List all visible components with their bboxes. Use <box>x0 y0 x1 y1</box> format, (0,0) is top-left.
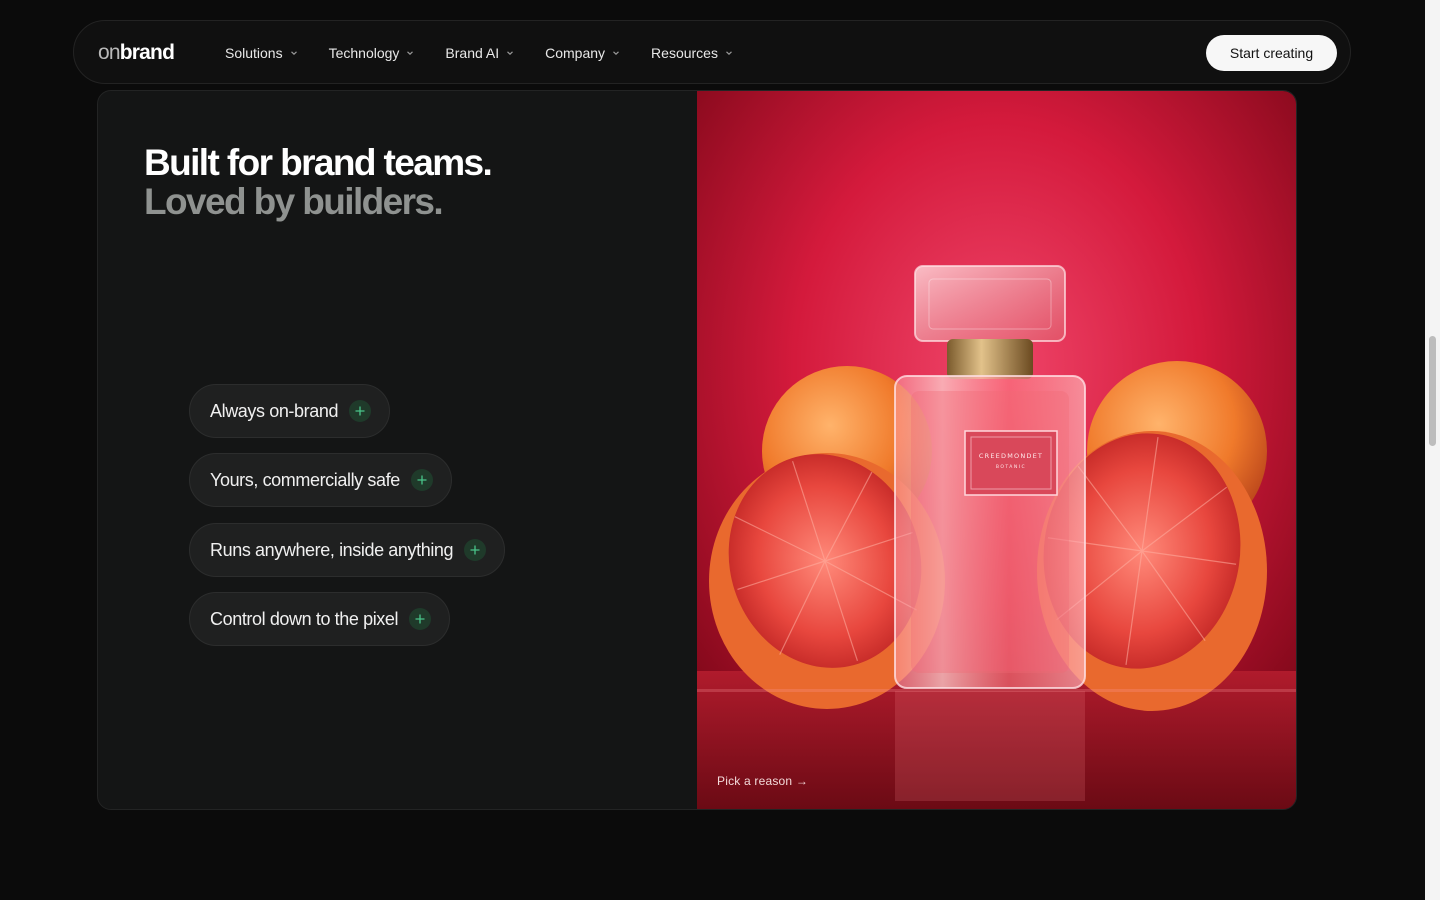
nav-item-label: Company <box>545 45 606 61</box>
chevron-down-icon <box>613 51 619 56</box>
chevron-down-icon <box>726 51 732 56</box>
page-scrollbar-thumb[interactable] <box>1429 336 1436 446</box>
start-creating-button[interactable]: Start creating <box>1206 35 1337 71</box>
nav-item-solutions[interactable]: Solutions <box>225 45 298 61</box>
reason-label: Always on-brand <box>210 400 339 421</box>
reason-pill-control-pixel[interactable]: Control down to the pixel <box>189 592 451 646</box>
hero-card: Built for brand teams. Loved by builders… <box>97 90 1297 810</box>
page-scrollbar-track[interactable] <box>1425 0 1440 900</box>
plus-icon <box>349 400 372 422</box>
nav-item-label: Solutions <box>225 45 283 61</box>
chevron-down-icon <box>290 51 297 56</box>
top-navbar: onbrand Solutions Technology Brand AI Co… <box>73 20 1351 84</box>
plus-icon <box>464 539 487 561</box>
nav-item-label: Resources <box>651 45 718 61</box>
headline-line-2: Loved by builders. <box>144 181 444 222</box>
chevron-down-icon <box>407 51 414 56</box>
hero-headline: Built for brand teams. Loved by builders… <box>144 142 493 222</box>
pick-a-reason-hint: Pick a reason → <box>717 774 809 788</box>
plus-icon <box>410 469 433 491</box>
perfume-illustration: CREEDMONDET BOTANIC <box>697 91 1296 809</box>
logo-brand-text: brand <box>119 41 175 64</box>
nav-menu: Solutions Technology Brand AI Company Re… <box>225 21 764 85</box>
headline-line-1: Built for brand teams. <box>144 142 493 183</box>
nav-item-technology[interactable]: Technology <box>329 45 415 61</box>
nav-item-resources[interactable]: Resources <box>651 45 733 61</box>
bottle-label-sub: BOTANIC <box>996 464 1026 470</box>
reason-label: Control down to the pixel <box>210 608 399 629</box>
product-visual: CREEDMONDET BOTANIC Pick a reason → <box>697 91 1296 809</box>
chevron-down-icon <box>507 51 514 56</box>
reason-pill-always-on-brand[interactable]: Always on-brand <box>189 384 391 438</box>
reason-pill-commercially-safe[interactable]: Yours, commercially safe <box>189 453 452 507</box>
nav-item-label: Technology <box>328 45 400 61</box>
bottle-label-brand: CREEDMONDET <box>979 452 1043 460</box>
reason-label: Runs anywhere, inside anything <box>210 539 454 560</box>
nav-item-company[interactable]: Company <box>545 45 620 61</box>
logo-on-text: on <box>98 41 121 64</box>
nav-item-brand-ai[interactable]: Brand AI <box>445 45 514 61</box>
plus-icon <box>409 608 432 630</box>
nav-item-label: Brand AI <box>445 45 500 61</box>
reason-label: Yours, commercially safe <box>210 469 400 490</box>
onbrand-logo[interactable]: onbrand <box>98 41 175 65</box>
reason-pill-runs-anywhere[interactable]: Runs anywhere, inside anything <box>189 523 506 577</box>
